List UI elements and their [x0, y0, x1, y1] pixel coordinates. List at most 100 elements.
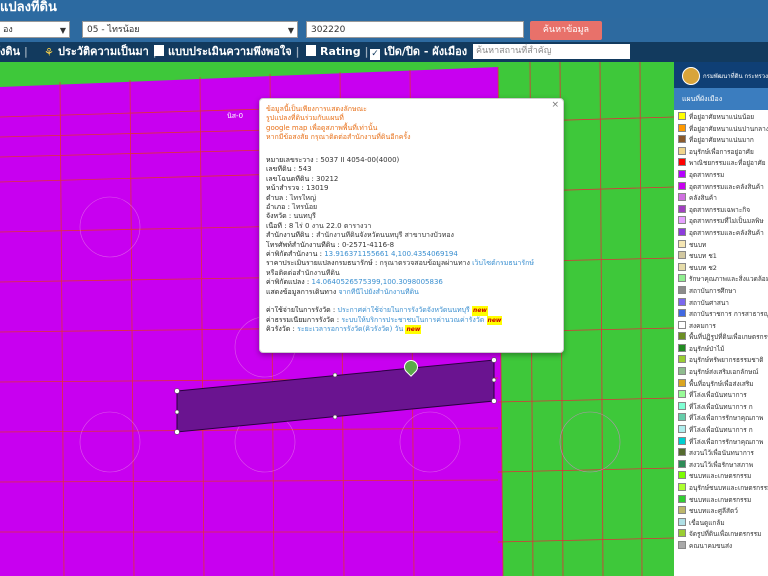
legend-item: รักษาคุณภาพและสิ่งแวดล้อม — [678, 274, 768, 286]
popup-warning: ข้อมูลนี้เป็นเพียงการแสดงลักษณะ รูปแปลงท… — [266, 105, 411, 143]
legend-label: ที่อยู่อาศัยหนาแน่นปานกลาง — [689, 124, 768, 133]
document-icon — [154, 45, 164, 56]
queue-link[interactable]: ระยะเวลารอการรังวัด(คิวรังวัด) วัน — [297, 325, 403, 333]
legend-label: ที่โล่งเพื่อนันทนาการ — [689, 391, 747, 400]
detail-row: จังหวัด : นนทบุรี — [266, 212, 316, 221]
legend-label: ที่โล่งเพื่อนันทนาการ ก — [689, 426, 753, 435]
legend-item: สถาบันศาสนา — [678, 297, 768, 310]
district-select[interactable]: อง ▼ — [0, 21, 70, 38]
legend-label: อนุรักษ์ส่งเสริมเอกลักษณ์ — [689, 368, 759, 377]
parcel-number-value: 302220 — [311, 25, 346, 35]
detail-row: โทรศัพท์สำนักงานที่ดิน : 0-2571-4116-8 — [266, 240, 395, 249]
parcel-label: นิส-0 — [227, 112, 244, 120]
legend-item: ที่โล่งเพื่อการรักษาคุณภาพ — [678, 436, 768, 449]
legend-swatch — [678, 367, 686, 376]
legend-label: สถาบันศาสนา — [689, 298, 729, 307]
legend-swatch — [678, 309, 686, 318]
legend-label: สงวนไว้เพื่อรักษาสภาพ — [689, 460, 754, 469]
checkbox-icon: ✓ — [370, 49, 380, 60]
legend-label: สถาบันราชการ การสาธารณูปโภค — [689, 310, 768, 319]
detail-row: ค่าธรรมเนียมการรังวัด : ระบบให้บริการประ… — [266, 315, 503, 325]
legend-swatch — [678, 297, 686, 306]
legend-label: อนุรักษ์ชนบทและเกษตรกรรม — [689, 484, 768, 492]
detail-row: หมายเลขระวาง : 5037 II 4054-00(4000) — [266, 156, 400, 164]
legend-swatch — [678, 216, 686, 225]
legend-label: ที่โล่งเพื่อการรักษาคุณภาพ — [689, 437, 764, 446]
fee-link[interactable]: ประกาศค่าใช้จ่ายในการรังวัดจังหวัดนนทบุร… — [338, 306, 470, 314]
legend-swatch — [678, 320, 686, 329]
warning-line: รูปแปลงที่ดินร่วมกับแผนที่ — [266, 114, 344, 123]
detail-row: ตำบล : ไทรใหญ่ — [266, 193, 316, 202]
legend-label: อุตสาหกรรม — [689, 170, 725, 179]
legend-item: คณนาคมขนส่ง — [678, 540, 768, 553]
legend-item: ชนบท — [678, 239, 768, 252]
survey-fee-link[interactable]: ระบบให้บริการประชาชนในการค่านวณค่ารังวัด — [341, 316, 484, 324]
subdistrict-select[interactable]: 05 - ไทรน้อย ▼ — [82, 21, 298, 38]
toolbar-item-land[interactable]: ังดิน | — [0, 42, 28, 62]
chevron-down-icon: ▼ — [59, 26, 66, 35]
parcel-number-input[interactable]: 302220 — [306, 21, 524, 38]
legend-label: อนุรักษ์ป่าไม้ — [689, 344, 725, 353]
legend-label: ชนบท ช1 — [689, 252, 717, 261]
legend-item: ชนบท ช1 — [678, 251, 768, 263]
legend-swatch — [678, 251, 686, 260]
toolbar-item-history[interactable]: ⚘ประวัติความเป็นมา | — [44, 42, 157, 62]
landmark-search-input[interactable]: ค้นหาสถานที่สำคัญ — [473, 44, 630, 59]
legend-swatch — [678, 436, 686, 445]
legend-label: ชนบทและศูลีสัตว์ — [689, 507, 738, 516]
legend-swatch — [678, 146, 686, 155]
legend-swatch — [678, 135, 686, 144]
legend-swatch — [678, 355, 686, 364]
toolbar-item-label: ังดิน — [0, 45, 21, 58]
toolbar: ังดิน | ⚘ ประวัติความเป็นมา | แบบประเมินค… — [0, 42, 768, 62]
legend-label: ชนบท — [689, 240, 707, 249]
legend-label: คลังสินค้า — [689, 194, 717, 203]
legend-item: อุตสาหกรรม — [678, 169, 768, 182]
department-logo-icon — [682, 67, 700, 85]
legend-swatch — [678, 494, 686, 503]
separator: | — [23, 45, 28, 58]
legend-label: สถาบันการศึกษา — [689, 286, 737, 295]
search-bar: อง ▼ 05 - ไทรน้อย ▼ 302220 ค้นหาข้อมูล — [0, 18, 768, 42]
legend-item: ที่อยู่อาศัยหนาแน่นมาก — [678, 135, 768, 147]
legend-label: สงวนไว้เพื่อนันทนาการ — [689, 449, 754, 458]
close-icon[interactable]: × — [551, 100, 559, 110]
legend-label: ที่อยู่อาศัยหนาแน่นมาก — [689, 136, 754, 145]
legend-label: ชนบทและเกษตรกรรม — [689, 495, 752, 504]
legend-swatch — [678, 459, 686, 468]
legend-swatch — [678, 506, 686, 515]
legend-swatch — [678, 112, 686, 120]
detail-row: ค่าใช้จ่ายในการรังวัด : ประกาศค่าใช้จ่าย… — [266, 306, 488, 316]
toolbar-item-survey[interactable]: แบบประเมินความพึงพอใจ | — [154, 42, 300, 62]
legend-swatch — [678, 390, 686, 399]
legend-label: รักษาคุณภาพและสิ่งแวดล้อม — [689, 275, 768, 284]
new-badge: new — [472, 306, 488, 316]
legend-label: อุตสาหกรรมเฉพาะกิจ — [689, 205, 751, 214]
legend-item: ที่โล่งเพื่อนันทนาการ ก — [678, 401, 768, 414]
legend-label: อนุรักษ์ทรัพยากรธรรมชาติ — [689, 356, 764, 365]
legend-label: อุตสาหกรรมและคลังสินค้า — [689, 228, 764, 237]
toolbar-item-citymap[interactable]: ✓ เปิด/ปิด - ผังเมือง — [370, 42, 467, 62]
legend-label: พื้นที่อนุรักษ์เพื่อส่งเสริม — [689, 379, 754, 388]
legend-item: ที่โล่งเพื่อนันทนาการ ก — [678, 425, 768, 437]
legend-swatch — [678, 425, 686, 434]
toolbar-item-rating[interactable]: Rating | — [306, 42, 369, 62]
legend-title: แผนที่ผังเมือง — [674, 88, 768, 110]
appraisal-link[interactable]: เว็บไซต์กรมธนารักษ์ — [472, 259, 534, 267]
legend-swatch — [678, 262, 686, 271]
search-button[interactable]: ค้นหาข้อมูล — [530, 21, 602, 40]
detail-row: อำเภอ : ไทรน้อย — [266, 203, 318, 212]
legend-item: ที่อยู่อาศัยหนาแน่นน้อย — [678, 112, 768, 124]
legend-item: สถาบันราชการ การสาธารณูปโภค — [678, 309, 768, 321]
route-link[interactable]: จากที่นี่ไปยังสำนักงานที่ดิน — [339, 288, 419, 296]
new-badge: new — [486, 315, 503, 325]
legend-label: อนุรักษ์เพื่อการอยู่อาศัย — [689, 147, 754, 156]
legend-item: อุตสาหกรรมที่ไม่เป็นมลพิษ — [678, 216, 768, 228]
legend-swatch — [678, 540, 686, 549]
legend-item: อนุรักษ์ทรัพยากรธรรมชาติ — [678, 355, 768, 367]
legend-item: สถาบันการศึกษา — [678, 285, 768, 298]
legend-item: สงวนไว้เพื่อนันทนาการ — [678, 448, 768, 460]
legend-item: เขื่อนดูแกล้ม — [678, 517, 768, 530]
popup-details: หมายเลขระวาง : 5037 II 4054-00(4000) เลข… — [266, 156, 558, 335]
legend-label: ที่อยู่อาศัยหนาแน่นน้อย — [689, 113, 755, 121]
